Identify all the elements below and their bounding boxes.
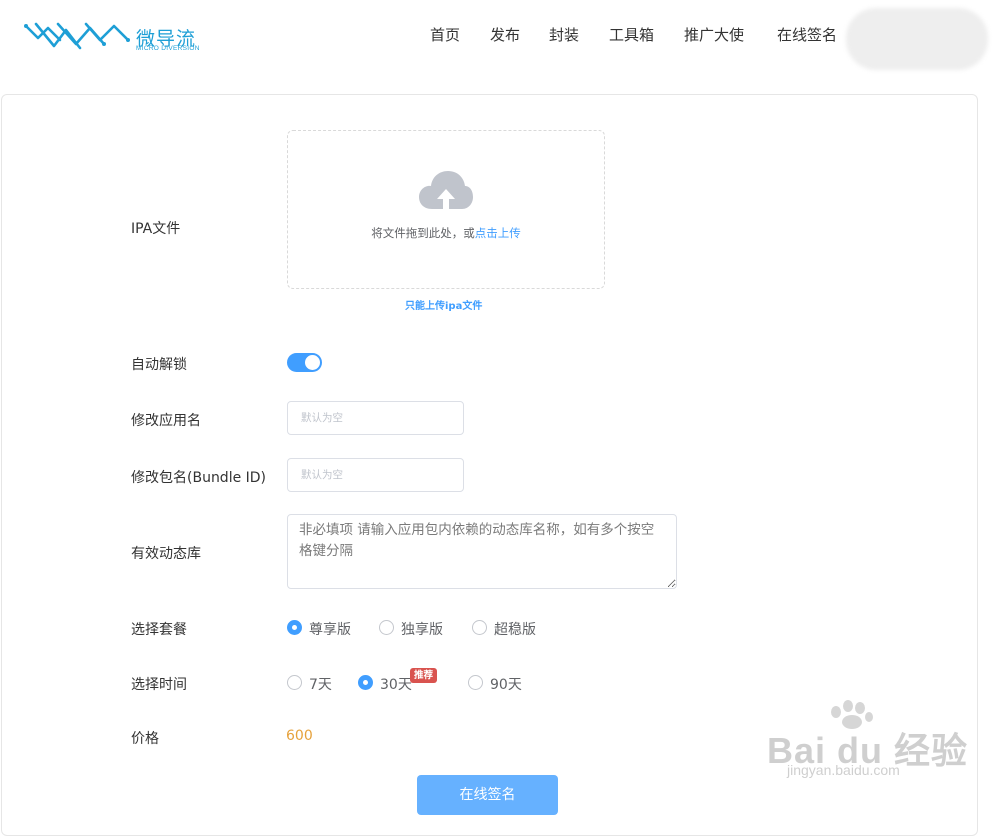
radio-unchecked-icon (287, 675, 302, 690)
dylib-textarea[interactable] (287, 514, 677, 589)
dylib-label: 有效动态库 (131, 546, 201, 562)
bundle-id-input[interactable] (287, 458, 464, 492)
auto-unlock-label: 自动解锁 (131, 357, 187, 373)
duration-option-label: 90天 (490, 677, 522, 693)
price-value: 600 (286, 728, 313, 744)
cloud-upload-icon (419, 171, 473, 211)
nav-blurred-area (846, 8, 988, 70)
nav-item-ambassador[interactable]: 推广大使 (684, 24, 744, 48)
app-name-input[interactable] (287, 401, 464, 435)
toggle-knob (305, 355, 320, 370)
nav-item-publish[interactable]: 发布 (490, 24, 520, 48)
duration-label: 选择时间 (131, 677, 187, 693)
plan-option-label: 独享版 (401, 622, 443, 638)
upload-instruction-text: 将文件拖到此处，或 (371, 226, 475, 240)
ipa-upload-dropzone[interactable]: 将文件拖到此处，或点击上传 (287, 130, 605, 289)
plan-option-label: 尊享版 (309, 622, 351, 638)
plan-label: 选择套餐 (131, 622, 187, 638)
nav-item-home[interactable]: 首页 (430, 24, 460, 48)
nav-item-package[interactable]: 封装 (549, 24, 579, 48)
plan-option-label: 超稳版 (494, 622, 536, 638)
click-upload-link[interactable]: 点击上传 (475, 226, 521, 240)
upload-instruction: 将文件拖到此处，或点击上传 (288, 225, 604, 241)
brand-subtitle: MICRO DIVERSION (136, 45, 200, 52)
watermark-url: jingyan.baidu.com (787, 762, 900, 778)
auto-unlock-toggle[interactable] (287, 353, 322, 372)
radio-unchecked-icon (468, 675, 483, 690)
price-label: 价格 (131, 731, 159, 747)
radio-checked-icon (358, 675, 373, 690)
nav-item-toolbox[interactable]: 工具箱 (609, 24, 654, 48)
top-header: 微导流 MICRO DIVERSION 首页 发布 封装 工具箱 推广大使 在线… (0, 0, 1000, 90)
ipa-file-label: IPA文件 (131, 221, 181, 237)
recommended-badge: 推荐 (410, 668, 438, 683)
radio-unchecked-icon (379, 620, 394, 635)
duration-option-label: 7天 (309, 677, 332, 693)
bundle-id-label: 修改包名(Bundle ID) (131, 470, 267, 486)
app-name-label: 修改应用名 (131, 413, 201, 429)
nav-item-online-sign[interactable]: 在线签名 (777, 24, 837, 48)
radio-checked-icon (287, 620, 302, 635)
upload-tip: 只能上传ipa文件 (405, 301, 483, 312)
duration-option-label: 30天 (380, 677, 412, 693)
radio-unchecked-icon (472, 620, 487, 635)
online-sign-submit-button[interactable]: 在线签名 (417, 775, 558, 815)
